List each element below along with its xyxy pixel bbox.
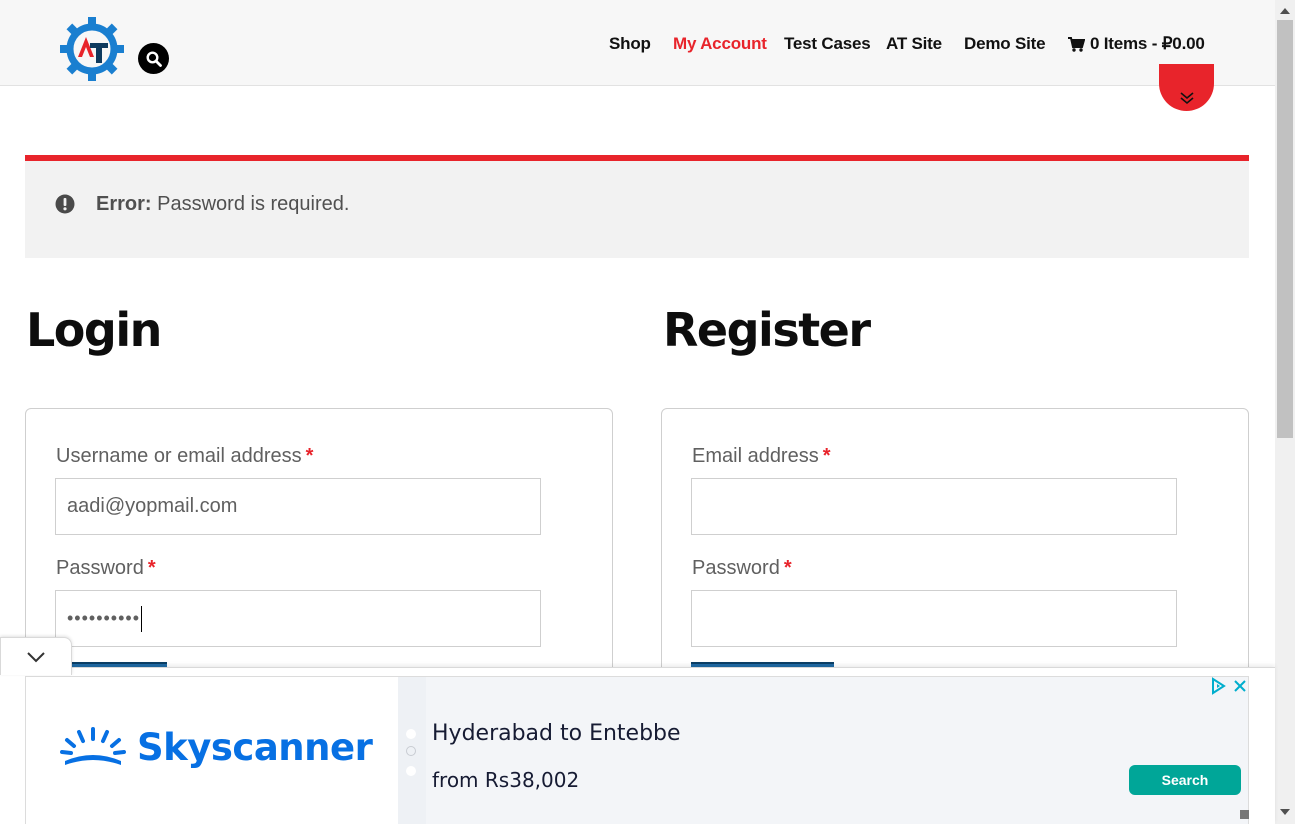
error-label: Error: [96, 193, 152, 215]
site-header: Shop My Account Test Cases AT Site Demo … [0, 0, 1275, 86]
skyscanner-ad[interactable]: Skyscanner Hyderabad to Entebbe from Rs3… [25, 676, 1249, 824]
search-button[interactable] [138, 43, 169, 74]
ad-search-button[interactable]: Search [1129, 765, 1241, 795]
sticky-ad-bar: Skyscanner Hyderabad to Entebbe from Rs3… [0, 667, 1275, 824]
username-input[interactable]: aadi@yopmail.com [55, 478, 541, 535]
sunrise-logo-icon [60, 727, 126, 765]
close-icon[interactable] [1232, 678, 1248, 694]
login-form: Username or email address * aadi@yopmail.… [25, 408, 613, 708]
skyscanner-logo: Skyscanner [59, 725, 373, 769]
nav-at-site[interactable]: AT Site [886, 34, 942, 54]
ad-title: Hyderabad to Entebbe [432, 721, 681, 746]
chevron-down-icon [27, 651, 45, 662]
register-form: Email address * Password * [661, 408, 1249, 708]
shopping-cart-icon [1068, 36, 1085, 52]
scroll-down-arrow-icon[interactable] [1280, 809, 1290, 815]
text-caret [141, 605, 143, 632]
gear-logo-icon [60, 17, 124, 81]
nav-demo-site[interactable]: Demo Site [964, 34, 1046, 54]
carousel-dot[interactable] [406, 729, 416, 739]
password-value: •••••••••• [67, 608, 141, 628]
ad-info-marker [1240, 810, 1249, 819]
username-label: Username or email address * [56, 445, 314, 467]
password-input[interactable]: •••••••••• [55, 590, 541, 647]
search-icon [145, 50, 162, 67]
error-message: Error: Password is required. [96, 193, 349, 216]
register-heading: Register [663, 303, 871, 357]
error-text: Password is required. [157, 193, 350, 215]
ad-content: Hyderabad to Entebbe from Rs38,002 Searc… [426, 677, 1248, 824]
error-notice: Error: Password is required. [25, 155, 1249, 258]
adchoices-icon[interactable] [1209, 677, 1227, 695]
browser-viewport: Shop My Account Test Cases AT Site Demo … [0, 0, 1295, 824]
double-chevron-down-icon [1179, 92, 1194, 105]
carousel-dot[interactable] [406, 746, 416, 756]
register-password-input[interactable] [691, 590, 1177, 647]
register-password-label: Password * [692, 557, 792, 579]
nav-my-account[interactable]: My Account [673, 34, 767, 54]
scroll-up-arrow-icon[interactable] [1280, 8, 1290, 14]
vertical-scrollbar[interactable] [1275, 0, 1295, 824]
ad-brand: Skyscanner [137, 725, 373, 769]
ad-subtitle: from Rs38,002 [432, 768, 580, 792]
nav-shop[interactable]: Shop [609, 34, 651, 54]
password-label: Password * [56, 557, 156, 579]
scroll-down-button[interactable] [1159, 64, 1214, 111]
nav-cart[interactable]: 0 Items - ₽0.00 [1068, 34, 1205, 54]
register-email-input[interactable] [691, 478, 1177, 535]
username-value: aadi@yopmail.com [67, 495, 238, 517]
ad-collapse-button[interactable] [0, 637, 72, 675]
cart-summary: 0 Items - ₽0.00 [1090, 34, 1205, 53]
register-email-label: Email address * [692, 445, 831, 467]
login-heading: Login [26, 303, 162, 357]
site-logo[interactable] [60, 17, 126, 83]
carousel-dot[interactable] [406, 766, 416, 776]
nav-test-cases[interactable]: Test Cases [784, 34, 871, 54]
exclamation-circle-icon [55, 194, 75, 214]
ad-carousel-dots [398, 677, 426, 824]
scrollbar-thumb[interactable] [1277, 20, 1293, 438]
